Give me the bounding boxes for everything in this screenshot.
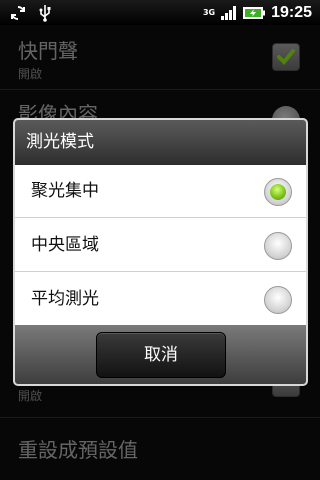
usb-icon [39,4,51,22]
option-center[interactable]: 中央區域 [15,219,306,272]
clock: 19:25 [271,3,312,21]
metering-mode-dialog: 測光模式 聚光集中 中央區域 平均測光 取消 [13,118,308,386]
dialog-title: 測光模式 [15,120,306,165]
option-spot[interactable]: 聚光集中 [15,165,306,218]
battery-charging-icon [243,6,266,19]
option-label: 平均測光 [31,289,99,309]
network-3g-icon: 3G [202,7,216,17]
signal-icon [221,5,237,20]
radio-unselected-icon[interactable] [264,286,292,314]
option-label: 聚光集中 [31,181,99,201]
cancel-button[interactable]: 取消 [96,332,226,378]
option-label: 中央區域 [31,235,99,255]
radio-selected-icon[interactable] [264,178,292,206]
status-bar: 3G 19:25 [0,0,320,25]
sync-icon [11,5,25,20]
dialog-footer: 取消 [15,325,306,384]
option-average[interactable]: 平均測光 [15,273,306,326]
radio-unselected-icon[interactable] [264,232,292,260]
